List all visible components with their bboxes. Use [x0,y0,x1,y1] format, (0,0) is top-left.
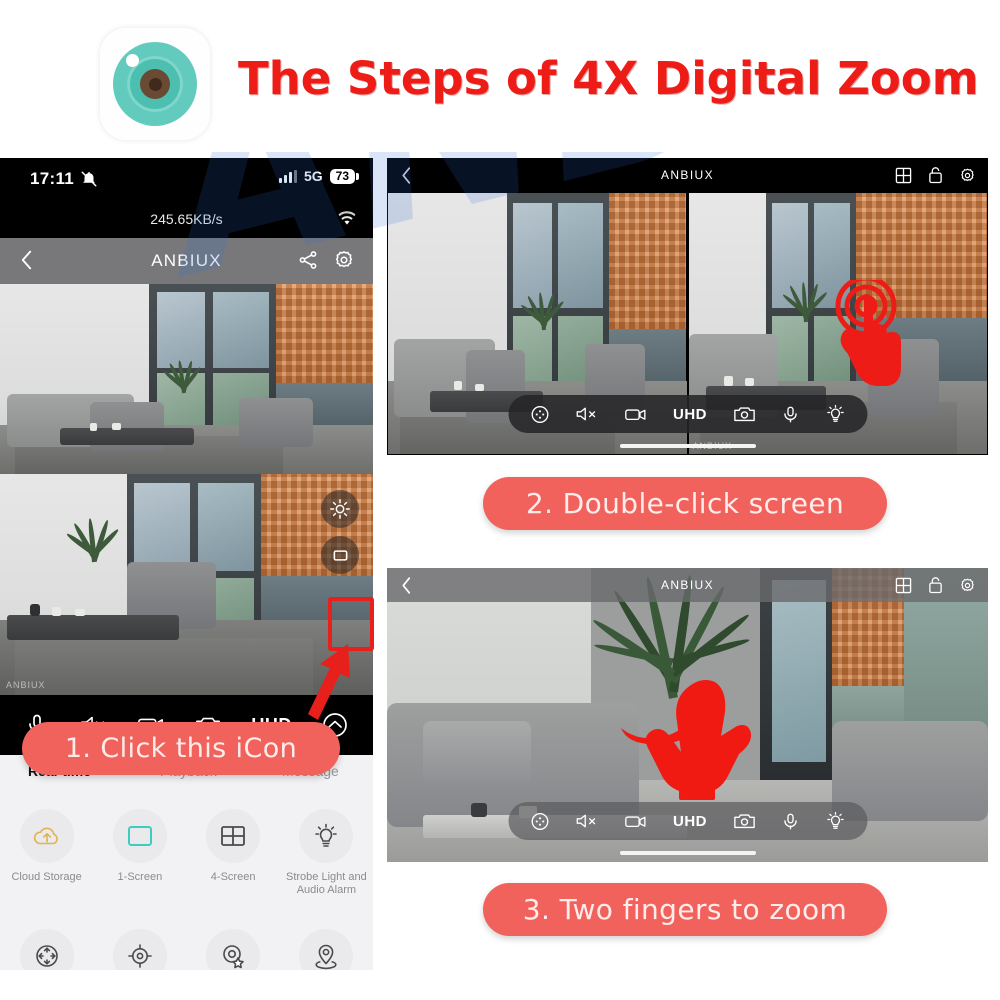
feature-favorites[interactable]: Favorites [187,919,280,970]
wifi-icon [337,210,357,226]
video-record-icon[interactable] [624,813,647,830]
lock-icon[interactable] [928,166,943,184]
cruise-location-pin-icon [299,929,354,970]
light-bulb-icon [299,809,354,863]
camera-lens-app-icon [100,28,210,140]
page-root: ANBIUX The Steps of 4X Digital Zoom 17:1… [0,0,1000,1000]
four-screen-grid-icon[interactable] [895,577,912,594]
pointer-arrow-to-zoom-icon [250,640,360,725]
gear-icon[interactable] [959,167,976,184]
feature-row-2: PTZ Motion Tracking [0,903,373,970]
ptz-pan-tilt-icon [19,929,74,970]
lock-icon[interactable] [928,576,943,594]
video-watermark: ANBIUX [6,680,46,690]
home-indicator [619,444,756,448]
ptz-direction-icon[interactable] [530,405,549,424]
quality-uhd-label[interactable]: UHD [673,813,707,830]
feature-ptz[interactable]: PTZ [0,919,93,970]
speaker-mute-icon[interactable] [575,812,598,830]
page-title: The Steps of 4X Digital Zoom [238,52,979,105]
microphone-icon[interactable] [781,405,799,424]
network-speed-bar: 245.65KB/s [0,202,373,238]
strobe-light-icon[interactable] [321,490,359,528]
four-screen-grid-icon[interactable] [895,167,912,184]
microphone-icon[interactable] [781,812,799,831]
landscape-video-toolbar: UHD [508,395,867,433]
battery-level-badge: 73 [329,168,360,184]
landscape-fullscreen-zoomed: ANBIUX UHD [387,568,988,862]
landscape-header-icons [895,166,976,184]
network-type-label: 5G [303,168,323,184]
speaker-mute-icon[interactable] [575,405,598,423]
landscape-header: ANBIUX [387,158,988,192]
single-screen-icon [112,809,167,863]
feature-label: 1-Screen [117,871,163,883]
landscape-header-icons [895,576,976,594]
video-record-icon[interactable] [624,406,647,423]
page-header: The Steps of 4X Digital Zoom [0,0,1000,152]
bell-slash-icon [80,170,98,188]
feature-grid-menu: Cloud Storage 1-Screen 4-Screen Strobe L… [0,791,373,970]
feature-cruise-control[interactable]: Cruise Control [280,919,373,970]
snapshot-camera-icon[interactable] [733,405,755,423]
quality-uhd-label[interactable]: UHD [673,406,707,423]
light-bulb-icon[interactable] [825,404,845,424]
motion-target-icon [112,929,167,970]
share-icon[interactable] [297,249,319,271]
feature-row-1: Cloud Storage 1-Screen 4-Screen Strobe L… [0,799,373,903]
home-indicator [619,851,756,855]
feature-4-screen[interactable]: 4-Screen [187,799,280,903]
callout-step-3: 3. Two fingers to zoom [483,883,887,936]
landscape-video-toolbar: UHD [508,802,867,840]
callout-step-2: 2. Double-click screen [483,477,887,530]
status-right-cluster: 5G 73 [278,168,360,184]
pinch-zoom-hand-icon [619,678,769,803]
feature-cloud-storage[interactable]: Cloud Storage [0,799,93,903]
feature-1-screen[interactable]: 1-Screen [93,799,186,903]
landscape-header: ANBIUX [387,568,988,602]
landscape-video-surface[interactable]: ANBIUX [387,192,988,455]
landscape-video-surface-zoomed[interactable]: ANBIUX UHD [387,568,988,862]
feature-strobe-light-audio-alarm[interactable]: Strobe Light and Audio Alarm [280,799,373,903]
network-speed-label: 245.65KB/s [150,211,223,227]
light-bulb-icon[interactable] [825,811,845,831]
feature-label: 4-Screen [210,871,256,883]
status-time: 17:11 [30,169,75,188]
snapshot-camera-icon[interactable] [733,812,755,830]
app-nav-bar: ANBIUX [0,238,373,284]
gear-icon[interactable] [959,577,976,594]
feature-label: Strobe Light and Audio Alarm [286,871,367,896]
four-screen-grid-icon [206,809,261,863]
gear-icon[interactable] [333,249,355,271]
status-bar: 17:11 5G 73 [0,158,373,202]
landscape-fullscreen-before-zoom: ANBIUX UHD [387,158,988,455]
live-video-preview-top[interactable] [0,284,373,474]
ptz-direction-icon[interactable] [530,812,549,831]
callout-step-1: 1. Click this iCon [22,722,340,775]
signal-bars-icon [278,169,297,183]
cloud-upload-icon [19,809,74,863]
favorite-star-pin-icon [206,929,261,970]
feature-motion-tracking[interactable]: Motion Tracking [93,919,186,970]
feature-label: Cloud Storage [11,871,82,883]
portrait-app-screen: 17:11 5G 73 245.65KB/s ANBIUX ANBIUX Clo… [0,158,373,970]
double-tap-hand-icon [821,280,911,395]
screen-zoom-icon[interactable] [321,536,359,574]
